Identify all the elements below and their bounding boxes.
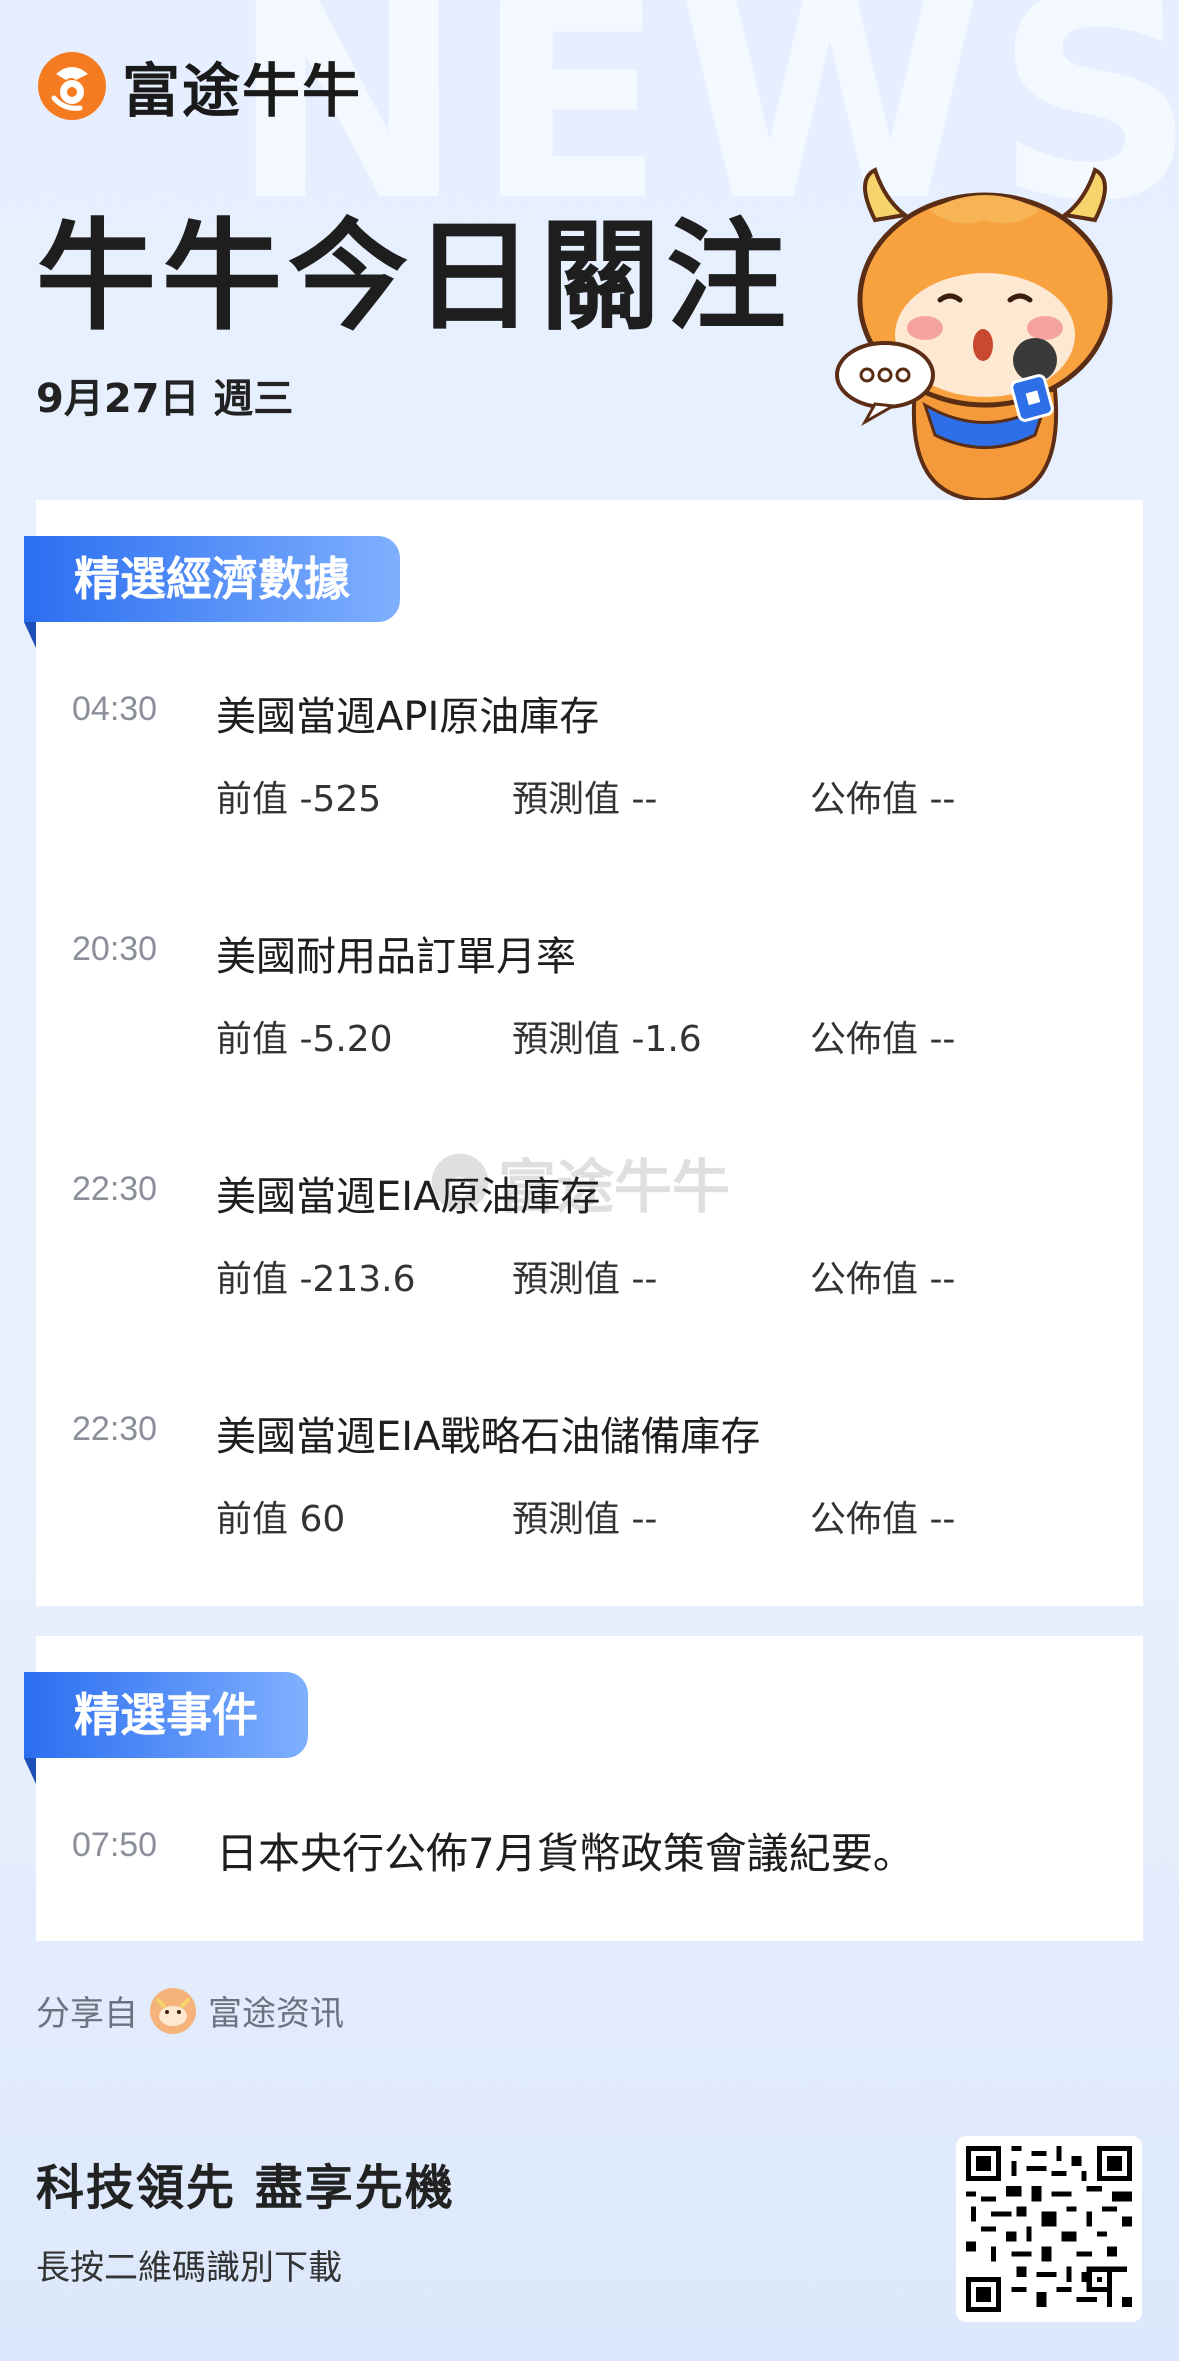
actual-value: 公佈值 -- xyxy=(810,1019,956,1060)
actual-value: 公佈值 -- xyxy=(810,1259,956,1300)
row-time: 07:50 xyxy=(72,1826,158,1864)
econ-data-card: 精選經濟數據 04:30 美國當週API原油庫存 前值 -525 預測值 -- … xyxy=(24,500,1143,1606)
qr-code-icon[interactable] xyxy=(956,2136,1142,2322)
brand-name: 富途牛牛 xyxy=(122,57,363,125)
previous-value: 前值 -213.6 xyxy=(216,1259,416,1300)
download-hint: 長按二維碼識別下載 xyxy=(36,2248,342,2288)
row-time: 20:30 xyxy=(72,930,158,968)
forecast-value: 預測值 -- xyxy=(512,1259,658,1300)
row-time: 22:30 xyxy=(72,1170,158,1208)
actual-value: 公佈值 -- xyxy=(810,1499,956,1540)
previous-value: 前值 -5.20 xyxy=(216,1019,393,1060)
page-title: 牛牛今日關注 xyxy=(36,208,792,347)
row-title: 美國當週EIA戰略石油儲備庫存 xyxy=(216,1414,761,1460)
row-title: 美國耐用品訂單月率 xyxy=(216,934,576,980)
row-title: 美國當週EIA原油庫存 xyxy=(216,1174,601,1220)
slogan: 科技領先 盡享先機 xyxy=(36,2160,455,2216)
avatar-icon xyxy=(150,1987,196,2034)
forecast-value: 預測值 -1.6 xyxy=(512,1019,702,1060)
brand: 富途牛牛 xyxy=(36,44,362,128)
futu-logo-icon xyxy=(38,52,106,120)
events-section-tab: 精選事件 xyxy=(24,1672,308,1784)
share-source-name[interactable]: 富途资讯 xyxy=(208,1986,344,2035)
row-time: 04:30 xyxy=(72,690,158,728)
previous-value: 前值 -525 xyxy=(216,779,382,820)
row-title: 日本央行公佈7月貨幣政策會議紀要。 xyxy=(216,1829,915,1878)
date-label: 9月27日 週三 xyxy=(36,376,294,422)
forecast-value: 預測值 -- xyxy=(512,779,658,820)
events-card: 精選事件 07:50 日本央行公佈7月貨幣政策會議紀要。 xyxy=(24,1636,1143,1941)
bull-mascot-icon xyxy=(835,167,1113,500)
row-time: 22:30 xyxy=(72,1410,158,1448)
econ-section-tab: 精選經濟數據 xyxy=(24,536,400,648)
forecast-value: 預測值 -- xyxy=(512,1499,658,1540)
share-prefix: 分享自 xyxy=(36,1994,138,2034)
previous-value: 前值 60 xyxy=(216,1499,346,1540)
share-source: 分享自 富途资讯 xyxy=(36,1986,344,2035)
actual-value: 公佈值 -- xyxy=(810,779,956,820)
row-title: 美國當週API原油庫存 xyxy=(216,694,600,740)
